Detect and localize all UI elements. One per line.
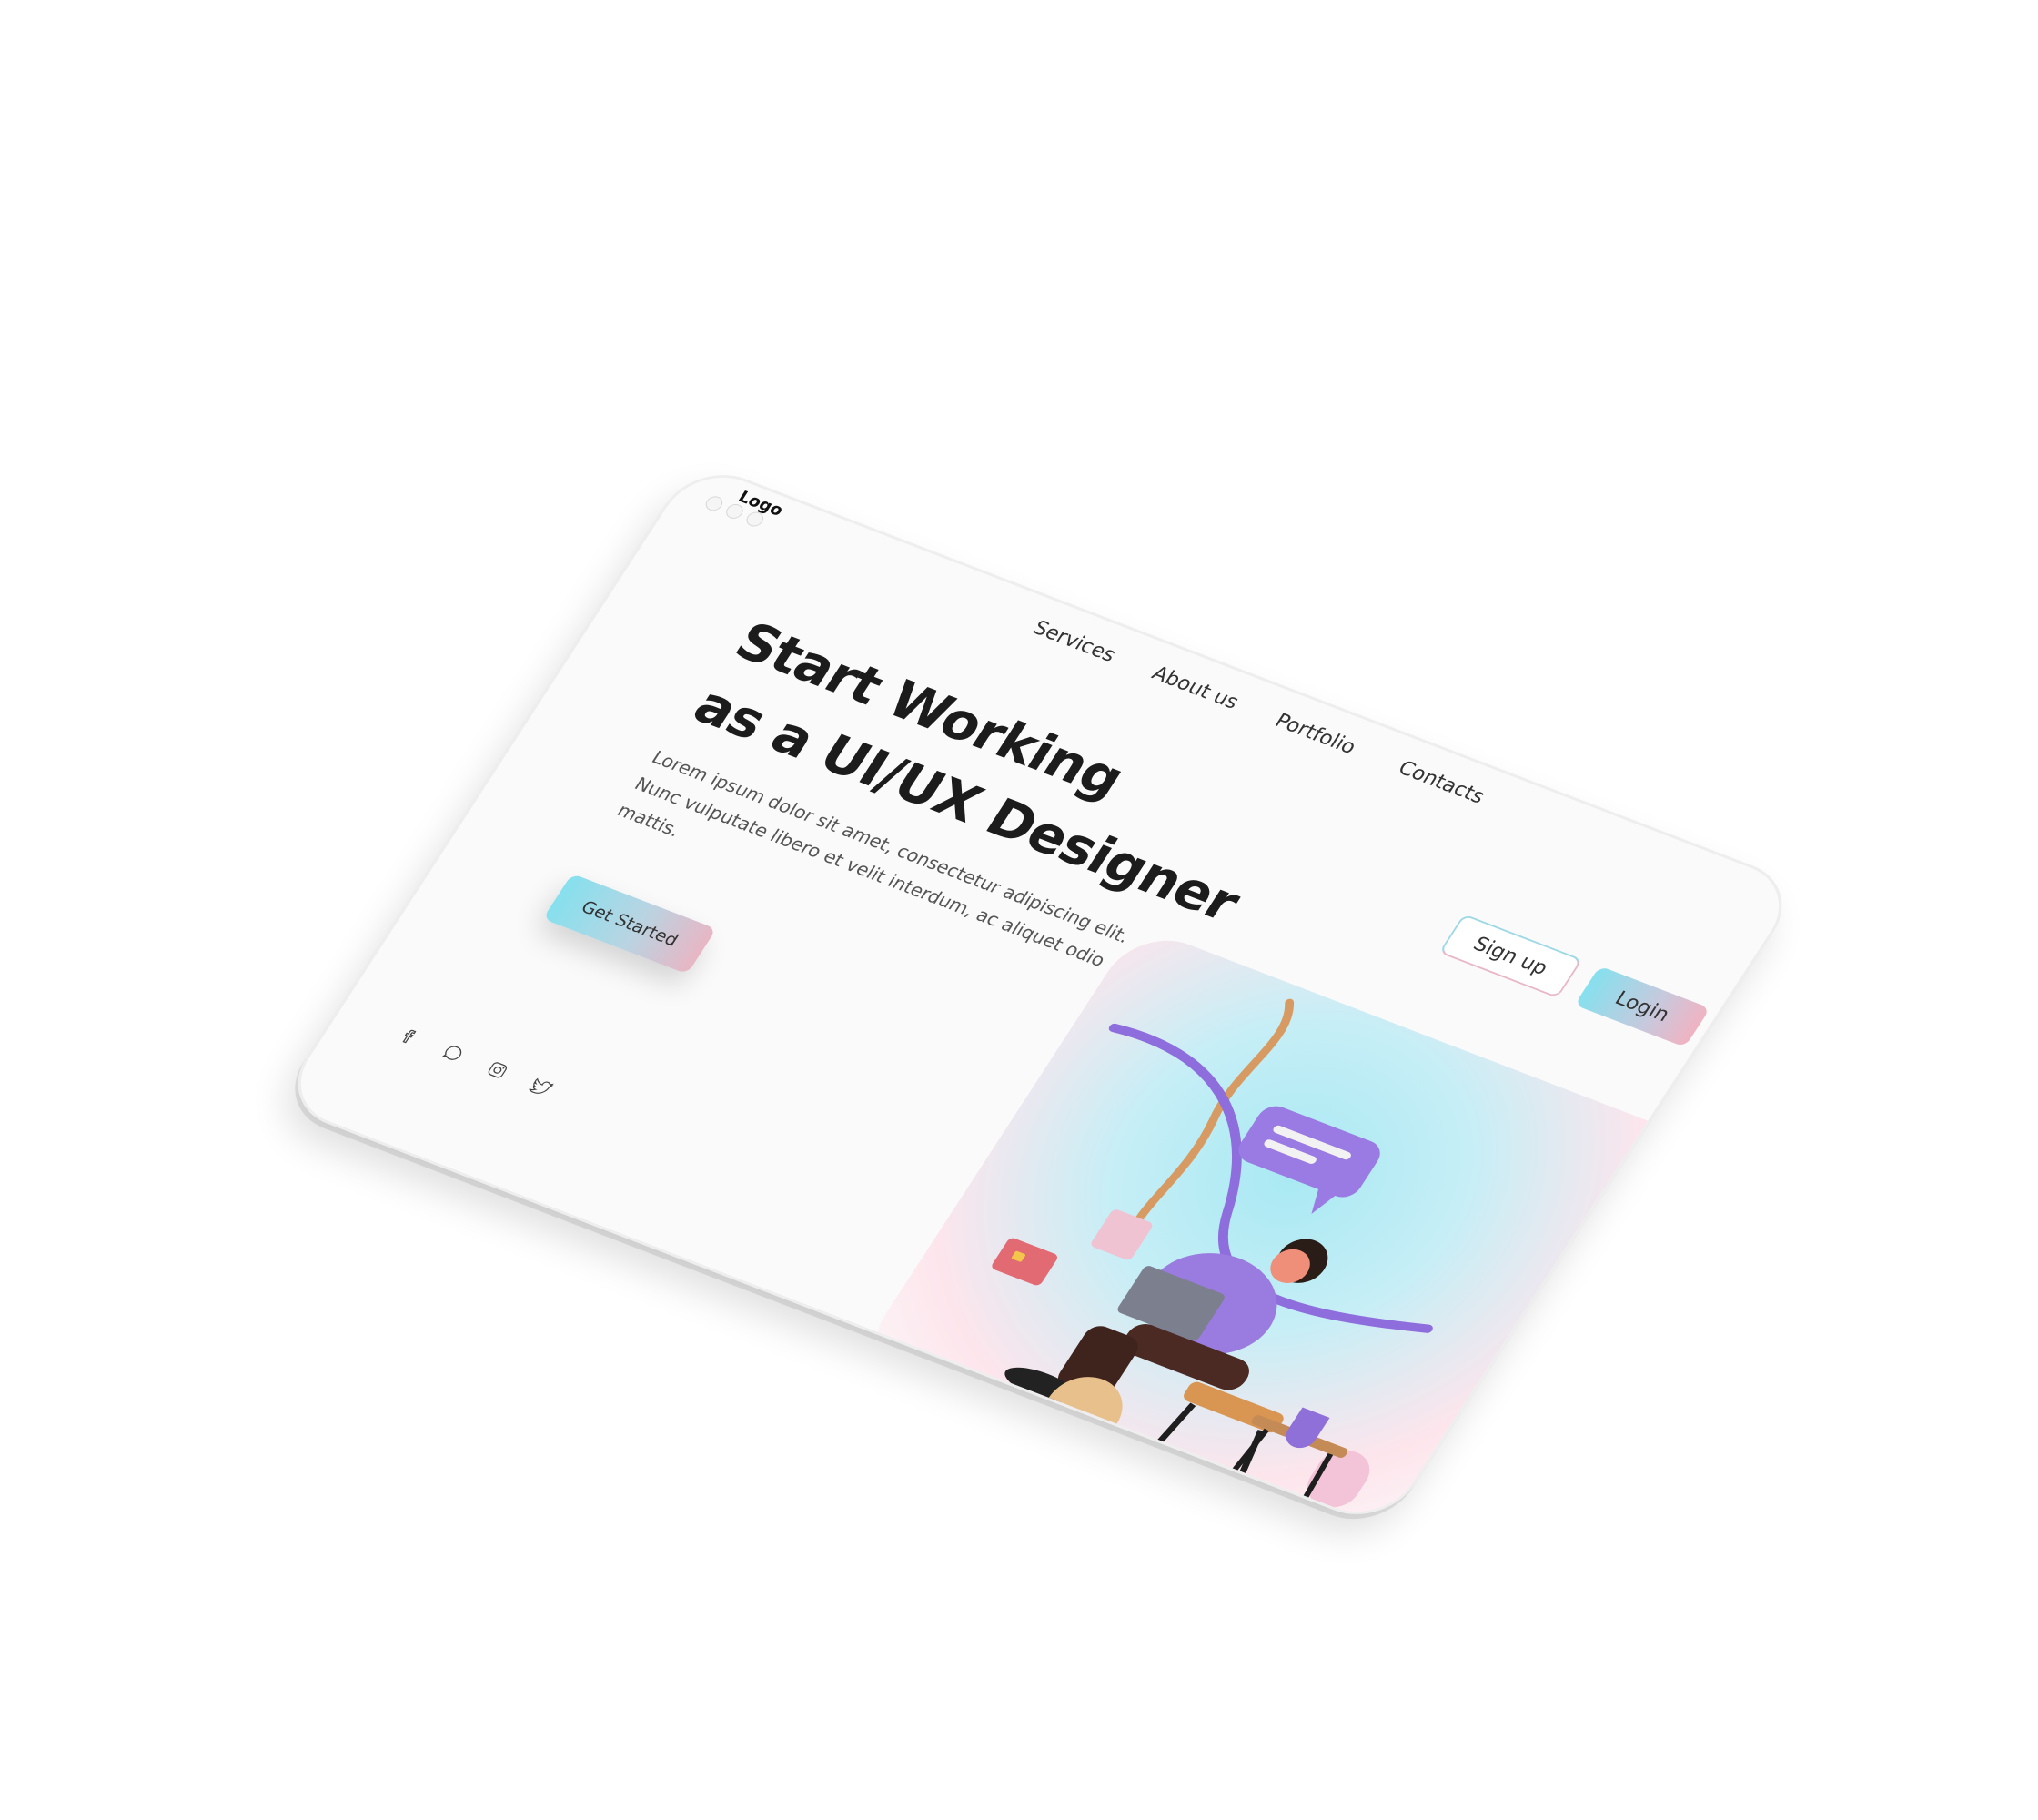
instagram-icon[interactable] <box>482 1057 512 1082</box>
window-close-dot[interactable] <box>702 494 726 513</box>
nav-link-portfolio[interactable]: Portfolio <box>1270 710 1359 759</box>
credit-card-icon <box>992 1238 1057 1286</box>
nav-link-contacts[interactable]: Contacts <box>1394 757 1489 808</box>
get-started-button[interactable]: Get Started <box>542 873 717 975</box>
whatsapp-icon[interactable] <box>439 1041 469 1066</box>
sign-up-button[interactable]: Sign up <box>1438 914 1583 999</box>
twitter-icon[interactable] <box>527 1075 557 1099</box>
nav-link-services[interactable]: Services <box>1028 617 1120 667</box>
person-with-laptop-illustration <box>992 998 1433 1530</box>
nav-link-about-us[interactable]: About us <box>1147 662 1243 713</box>
login-button[interactable]: Login <box>1574 966 1710 1047</box>
social-links <box>394 1024 556 1099</box>
tablet-device: Logo Services About us Portfolio Contact… <box>276 459 1804 1531</box>
chat-bubble-icon <box>1238 1106 1380 1214</box>
facebook-icon[interactable] <box>394 1024 424 1048</box>
canvas: Logo Services About us Portfolio Contact… <box>0 0 2038 1820</box>
hero-illustration <box>854 925 1700 1531</box>
